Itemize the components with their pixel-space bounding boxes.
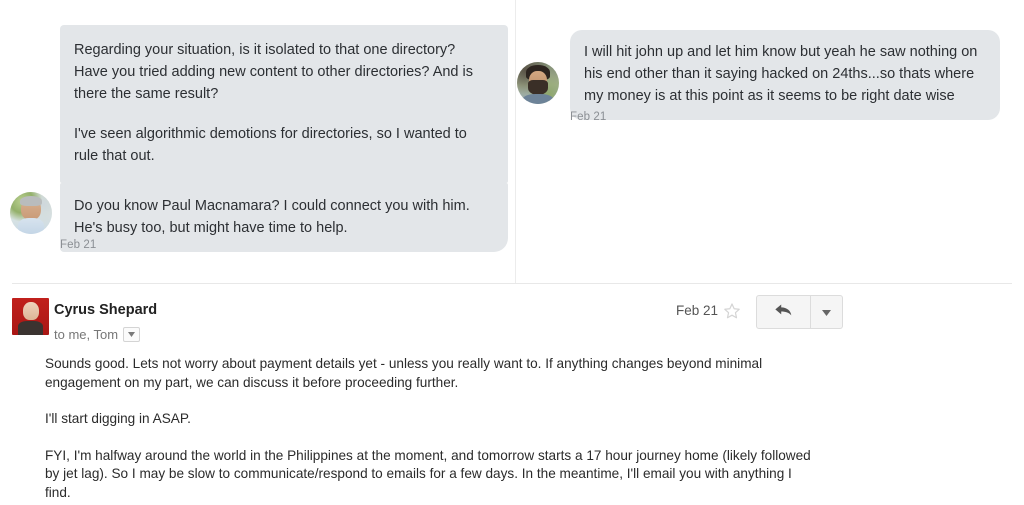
email-body-paragraph: Sounds good. Lets not worry about paymen… [45,356,763,390]
chat-bubble-paragraph: I will hit john up and let him know but … [584,44,978,104]
email-sender-name[interactable]: Cyrus Shepard [54,302,157,318]
avatar-photo [10,192,52,234]
avatar-sender[interactable] [12,298,49,335]
chat-bubble-paragraph: I've seen algorithmic demotions for dire… [74,126,467,164]
avatar-incoming[interactable] [10,192,52,234]
star-outline-icon[interactable] [723,302,741,320]
email-recipients[interactable]: to me, Tom [54,327,141,342]
chat-bubble-paragraph: Do you know Paul Macnamara? I could conn… [74,198,470,236]
email-body-paragraph: FYI, I'm halfway around the world in the… [45,447,811,500]
avatar-photo-detail [522,93,554,104]
chat-timestamp-incoming: Feb 21 [60,239,97,251]
reply-more-options-button[interactable] [811,296,842,328]
reply-button-group[interactable] [756,295,843,329]
email-recipients-label: to me, Tom [54,327,119,342]
column-divider [515,0,516,283]
chat-bubble-paragraph: Regarding your situation, is it isolated… [74,42,473,102]
email-body-paragraph: I'll start digging in ASAP. [45,411,191,426]
avatar-outgoing[interactable] [517,62,559,104]
avatar-photo [517,62,559,104]
chat-bubble-incoming-1[interactable]: Regarding your situation, is it isolated… [60,25,508,183]
avatar-photo-detail [528,80,548,95]
chat-timestamp-outgoing: Feb 21 [570,111,607,123]
chat-bubble-incoming-2[interactable]: Do you know Paul Macnamara? I could conn… [60,183,508,252]
email-date: Feb 21 [675,303,718,318]
email-divider [12,283,1012,284]
avatar-photo-detail [20,195,42,206]
reply-arrow-icon [774,302,793,323]
reply-button[interactable] [757,296,811,328]
chevron-down-icon [822,303,831,321]
avatar-photo [12,298,49,335]
email-body: Sounds good. Lets not worry about paymen… [45,355,815,502]
chat-transcript: Regarding your situation, is it isolated… [0,0,1024,283]
chat-bubble-outgoing-1[interactable]: I will hit john up and let him know but … [570,30,1000,120]
chevron-down-icon[interactable] [123,327,141,342]
